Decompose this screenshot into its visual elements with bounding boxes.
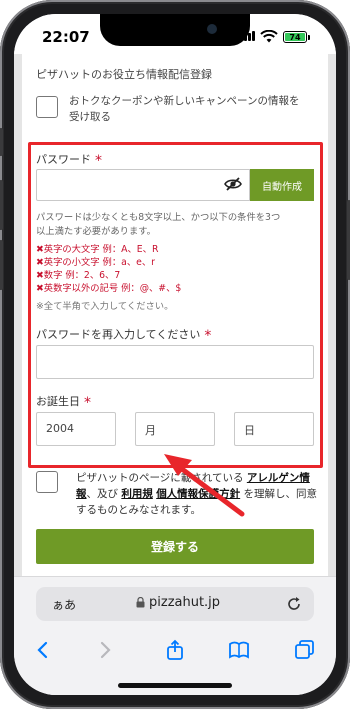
agreement-part3: 、及び <box>86 488 119 500</box>
wifi-icon <box>260 30 278 43</box>
clock: 22:07 <box>42 28 90 46</box>
share-icon[interactable] <box>164 639 186 661</box>
register-button[interactable]: 登録する <box>36 529 314 564</box>
battery-icon: 74 <box>283 31 307 43</box>
forward-icon[interactable] <box>94 639 116 661</box>
annotation-highlight-box <box>28 142 323 468</box>
battery-tip <box>308 35 310 40</box>
camera-icon <box>207 24 217 34</box>
page-gutter-right <box>328 54 336 586</box>
safari-toolbar: ぁあ pizzahut.jp <box>14 576 336 695</box>
tabs-icon[interactable] <box>294 639 316 661</box>
newsletter-checkbox-label-line1: おトクなクーポンや新しいキャンペーンの情報を <box>69 95 300 107</box>
battery-level: 74 <box>285 33 305 42</box>
reload-icon[interactable] <box>286 596 302 612</box>
mute-switch <box>0 128 3 156</box>
agreement-checkbox[interactable] <box>36 471 58 493</box>
url-text: pizzahut.jp <box>149 595 221 610</box>
registration-page[interactable]: ピザハットのお役立ち情報配信登録 おトクなクーポンや新しいキャンペーンの情報を … <box>14 54 336 586</box>
agreement-text: ピザハットのページに載されている アレルゲン情報、及び 利用規 個人情報保護方針… <box>76 470 326 518</box>
url-display[interactable]: pizzahut.jp <box>136 595 220 610</box>
cellular-signal-icon <box>240 31 255 41</box>
newsletter-checkbox-label-line2: 受け取る <box>69 111 111 123</box>
privacy-policy-link[interactable]: 個人情報保護方針 <box>156 488 240 500</box>
newsletter-checkbox[interactable] <box>36 96 58 118</box>
lock-icon <box>136 597 145 608</box>
agreement-part2: 載されている <box>180 472 244 484</box>
volume-down-button <box>0 240 3 290</box>
back-icon[interactable] <box>32 639 54 661</box>
page-gutter-left <box>14 54 22 586</box>
volume-up-button <box>0 180 3 230</box>
status-bar: 22:07 74 <box>14 14 336 54</box>
home-indicator <box>118 683 232 688</box>
notch <box>100 14 250 46</box>
agreement-part1: ピザハットのページに <box>76 472 181 484</box>
bookmarks-icon[interactable] <box>228 639 250 661</box>
screen: 22:07 74 ピザハットのお役立ち情報配信登録 おトクなクーポンや新しいキャ… <box>14 14 336 695</box>
terms-link[interactable]: 利用規 <box>121 488 153 500</box>
newsletter-heading: ピザハットのお役立ち情報配信登録 <box>36 68 212 81</box>
address-bar[interactable]: ぁあ pizzahut.jp <box>36 587 314 621</box>
reader-aa-button[interactable]: ぁあ <box>52 596 76 613</box>
